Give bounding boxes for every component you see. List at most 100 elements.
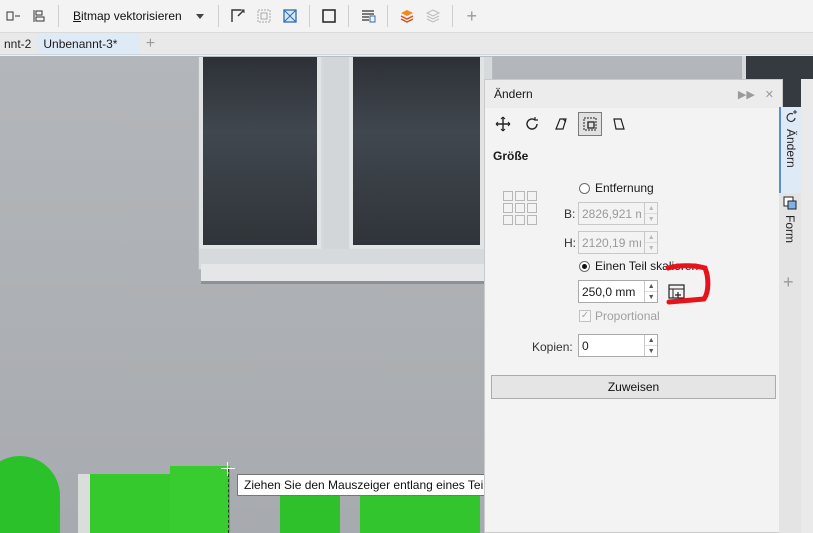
frame-icon[interactable]: [316, 3, 342, 29]
rotate-mode-icon[interactable]: [520, 112, 544, 136]
photo-letter: [280, 496, 340, 533]
bitmap-vectorize-text: itmap vektorisieren: [81, 9, 182, 23]
photo-window: [198, 56, 493, 270]
docker-title: Ändern: [494, 87, 533, 101]
mirror-mode-icon[interactable]: [549, 112, 573, 136]
height-input: [579, 232, 645, 253]
spin-down-icon[interactable]: ▼: [645, 291, 657, 302]
collapse-docker-icon[interactable]: ▶▶: [738, 88, 755, 101]
toolbar-divider: [308, 5, 310, 27]
anchor-point: [503, 215, 513, 225]
tab-document-3[interactable]: Unbenannt-3*: [37, 33, 140, 54]
docker-tabstrip-background: [801, 79, 813, 533]
docker-header-controls: ▶▶ ✕: [738, 88, 774, 101]
align-icon[interactable]: [0, 3, 26, 29]
part-length-field[interactable]: ▲▼: [578, 280, 658, 303]
anchor-point: [527, 215, 537, 225]
layers-icon[interactable]: [394, 3, 420, 29]
side-tab-transform[interactable]: Ändern: [779, 107, 801, 193]
edit-bitmap-icon[interactable]: [225, 3, 251, 29]
radio-distance[interactable]: Entfernung: [579, 181, 654, 195]
copies-input[interactable]: [579, 335, 645, 356]
anchor-point: [515, 191, 525, 201]
bitmap-vectorize-button[interactable]: Bitmap vektorisieren: [65, 9, 212, 23]
photo-window-mullion: [323, 57, 349, 249]
distribute-icon[interactable]: [26, 3, 52, 29]
anchor-point: [515, 203, 525, 213]
height-spinner: ▲ ▼: [644, 232, 657, 253]
toolbar-divider: [347, 5, 349, 27]
copies-label: Kopien:: [532, 340, 573, 354]
radio-scale-part-dot[interactable]: [579, 260, 590, 272]
part-length-spinner[interactable]: ▲ ▼: [644, 281, 657, 302]
bitmap-vectorize-label: Bitmap vektorisieren: [73, 9, 182, 23]
transform-docker: Ändern ▶▶ ✕ Größe Entfernung B: 2826,921…: [484, 79, 783, 533]
copies-spinner[interactable]: ▲ ▼: [644, 335, 657, 356]
photo-letter: [360, 496, 480, 533]
toolbar-divider: [58, 5, 59, 27]
photo-window-pane: [199, 57, 321, 249]
chevron-down-icon: [195, 13, 204, 19]
radio-distance-label: Entfernung: [595, 181, 654, 195]
toolbar: Bitmap vektorisieren +: [0, 0, 813, 33]
side-tab-label: Ändern: [784, 129, 798, 168]
spin-down-icon: ▼: [645, 242, 657, 253]
add-toolbar-item-icon[interactable]: +: [459, 3, 485, 29]
spin-up-icon[interactable]: ▲: [645, 281, 657, 291]
spin-up-icon[interactable]: ▲: [645, 335, 657, 345]
tab-document-2[interactable]: nnt-2: [0, 33, 37, 54]
proportional-checkbox: ✓ Proportional: [579, 309, 660, 323]
add-docker-tab-icon[interactable]: +: [783, 272, 794, 293]
spin-up-icon: ▲: [647, 233, 655, 241]
width-spinner: ▲ ▼: [644, 203, 657, 224]
toolbar-divider: [386, 5, 388, 27]
size-mode-icon[interactable]: [578, 112, 602, 136]
anchor-point: [503, 203, 513, 213]
layers-disabled-icon: [420, 3, 446, 29]
photo-window-pane: [349, 57, 484, 249]
height-field: ▲▼: [578, 231, 658, 254]
width-field: ▲▼: [578, 202, 658, 225]
anchor-point: [515, 215, 525, 225]
shape-icon: [783, 196, 797, 210]
red-annotation-mark: [665, 263, 711, 305]
spin-down-icon[interactable]: ▼: [645, 345, 657, 356]
anchor-point: [503, 191, 513, 201]
section-title: Größe: [493, 149, 529, 163]
anchor-point-grid: [503, 191, 537, 225]
transform-icon: [786, 110, 797, 123]
width-input: [579, 203, 645, 224]
canvas-tooltip: Ziehen Sie den Mauszeiger entlang eines …: [237, 474, 499, 496]
width-label: B:: [564, 207, 576, 221]
crop-bitmap-icon: [251, 3, 277, 29]
toolbar-divider: [451, 5, 453, 27]
spin-up-icon: ▲: [647, 204, 655, 212]
document-tabs: nnt-2 Unbenannt-3* +: [0, 33, 813, 55]
anchor-point: [527, 191, 537, 201]
position-mode-icon[interactable]: [491, 112, 515, 136]
side-tab-label: Form: [783, 215, 797, 243]
new-document-tab-button[interactable]: +: [139, 33, 161, 54]
checkbox-check-icon: ✓: [579, 310, 591, 322]
text-wrap-icon[interactable]: [355, 3, 381, 29]
spin-down-icon: ▼: [645, 213, 657, 224]
tab-label: Unbenannt-3*: [43, 36, 118, 51]
photo-letter: [170, 466, 230, 533]
photo-window-sill: [201, 264, 493, 284]
transform-mode-bar: [485, 108, 782, 140]
bitmap-vectorize-mnemonic: B: [73, 9, 82, 23]
toolbar-divider: [217, 5, 219, 27]
docker-header: Ändern ▶▶ ✕: [485, 80, 782, 108]
anchor-point: [527, 203, 537, 213]
photo-letter-edge: [78, 474, 90, 533]
apply-button[interactable]: Zuweisen: [491, 375, 776, 399]
radio-distance-dot[interactable]: [579, 182, 590, 194]
resample-bitmap-icon[interactable]: [277, 3, 303, 29]
copies-field[interactable]: ▲▼: [578, 334, 658, 357]
part-length-input[interactable]: [579, 281, 645, 302]
height-label: H:: [564, 236, 576, 250]
close-icon[interactable]: ✕: [765, 88, 774, 101]
crosshair-cursor-icon: [221, 462, 235, 476]
skew-mode-icon[interactable]: [607, 112, 631, 136]
side-tab-shape[interactable]: Form: [779, 193, 801, 253]
